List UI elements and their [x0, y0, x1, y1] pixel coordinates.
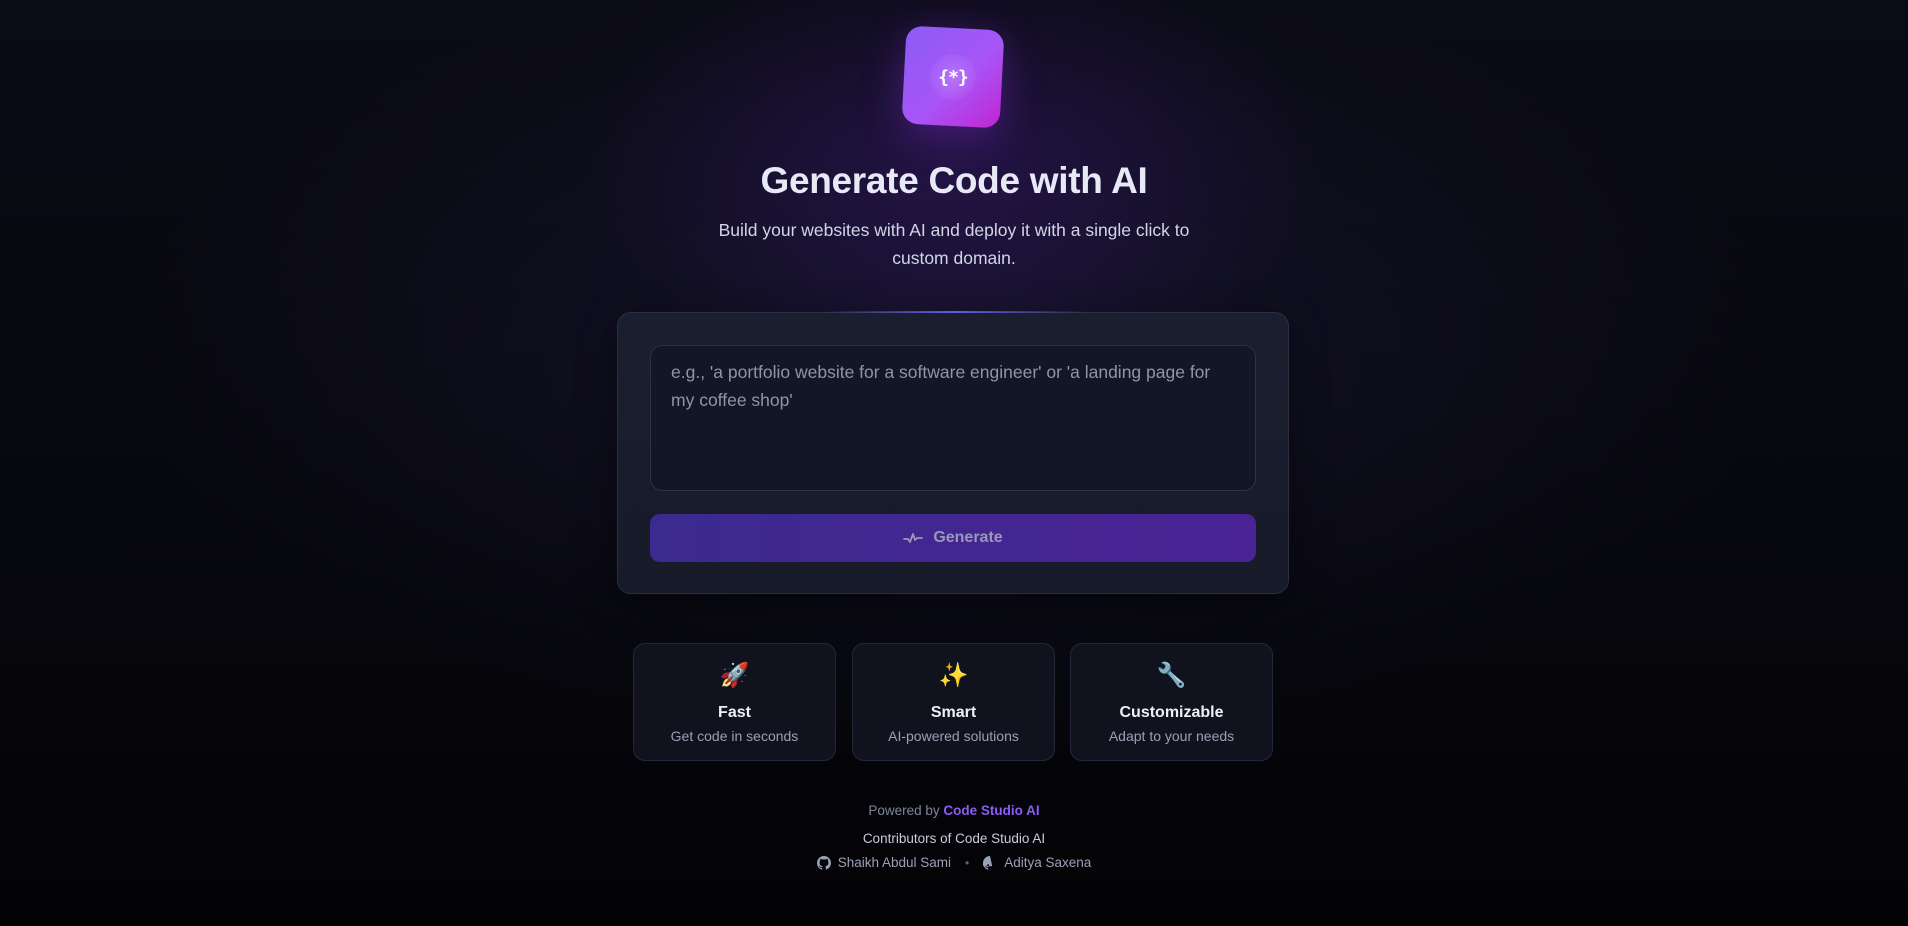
sparkle-wave-icon: [903, 533, 924, 543]
page-title: Generate Code with AI: [760, 160, 1148, 201]
rocket-icon: 🚀: [719, 662, 750, 689]
sparkles-icon: ✨: [938, 662, 969, 689]
generate-button[interactable]: Generate: [650, 514, 1256, 562]
page: {*} Generate Code with AI Build your web…: [0, 0, 1908, 926]
powered-prefix: Powered by: [868, 803, 940, 818]
logo-badge: {*}: [930, 54, 976, 100]
card-glow-line: [820, 311, 1090, 313]
contributors-list: Shaikh Abdul Sami • Aditya Saxena: [0, 855, 1908, 870]
feature-card-customizable: 🔧 Customizable Adapt to your needs: [1070, 643, 1273, 761]
wrench-icon: 🔧: [1156, 662, 1187, 689]
feature-title: Smart: [930, 704, 977, 721]
contributor-link-sami[interactable]: Shaikh Abdul Sami: [816, 855, 952, 870]
contributor-name: Aditya Saxena: [1004, 855, 1092, 870]
page-subtitle: Build your websites with AI and deploy i…: [718, 220, 1190, 268]
powered-by: Powered by Code Studio AI: [0, 803, 1908, 818]
feature-title: Customizable: [1119, 704, 1224, 721]
feature-description: AI-powered solutions: [888, 728, 1019, 744]
app-logo: {*}: [901, 25, 1005, 129]
contributor-link-aditya[interactable]: Aditya Saxena: [983, 855, 1091, 870]
feature-description: Get code in seconds: [670, 728, 799, 744]
prompt-input[interactable]: [650, 345, 1256, 491]
feature-card-fast: 🚀 Fast Get code in seconds: [633, 643, 836, 761]
github-icon: [983, 855, 993, 870]
code-braces-icon: {*}: [938, 66, 968, 88]
contributor-name: Shaikh Abdul Sami: [837, 855, 952, 870]
powered-brand-link[interactable]: Code Studio AI: [943, 803, 1039, 818]
feature-card-smart: ✨ Smart AI-powered solutions: [852, 643, 1055, 761]
contributors-title: Contributors of Code Studio AI: [862, 831, 1046, 846]
generate-button-label: Generate: [933, 529, 1003, 546]
separator-dot: •: [965, 855, 970, 870]
github-icon: [816, 855, 831, 870]
feature-description: Adapt to your needs: [1108, 728, 1235, 744]
feature-title: Fast: [718, 704, 751, 721]
